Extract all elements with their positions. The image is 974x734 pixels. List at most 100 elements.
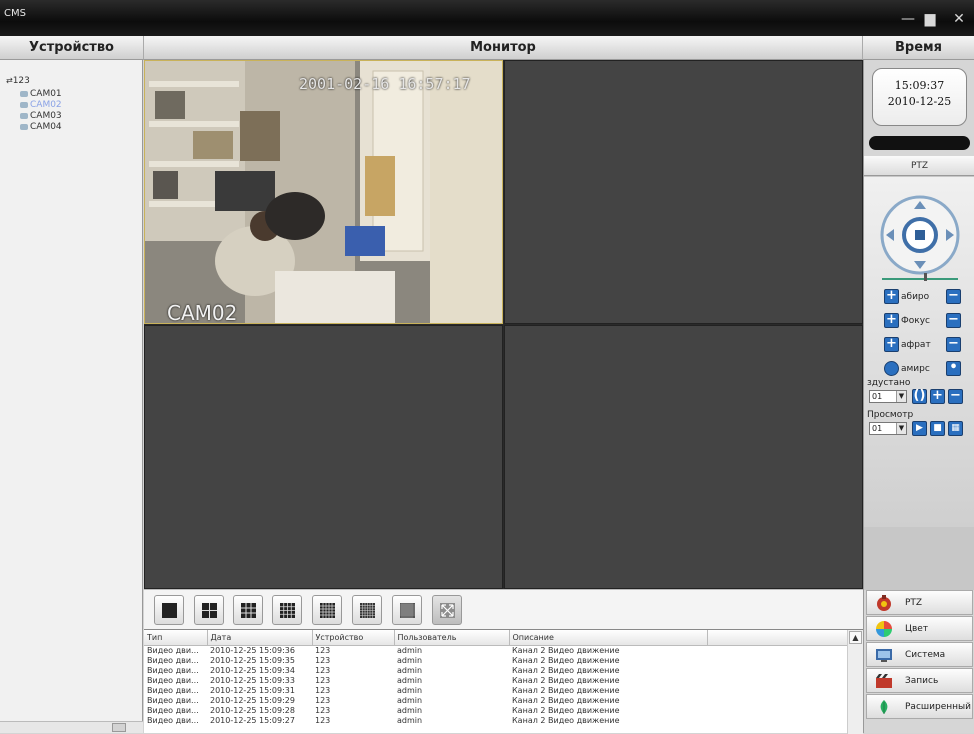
video-pane-2[interactable] <box>504 60 863 324</box>
preset-add-button[interactable]: + <box>930 389 945 404</box>
table-header-row: Тип Дата Устройство Пользователь Описани… <box>144 630 848 646</box>
menu-advanced-button[interactable]: Расширенный <box>866 694 973 719</box>
ptz-direction-pad[interactable] <box>880 195 960 275</box>
color-icon <box>876 621 892 637</box>
tree-horizontal-scrollbar[interactable] <box>0 721 143 733</box>
cell-empty <box>707 656 847 666</box>
zoom-in-button[interactable]: + <box>884 289 899 304</box>
split-36-button[interactable] <box>352 595 382 625</box>
tour-grid-button[interactable]: ▦ <box>948 421 963 436</box>
table-row[interactable]: Видео дви... 2010-12-25 15:09:31 123 admin К… <box>144 686 847 696</box>
preset-select[interactable]: 01 ▼ <box>869 390 907 403</box>
split-25-button[interactable] <box>312 595 342 625</box>
menu-record-button[interactable]: Запись <box>866 668 973 693</box>
tree-item-cam01[interactable]: CAM01 <box>20 89 62 100</box>
clock-date: 2010-12-25 <box>887 95 952 108</box>
close-button[interactable]: ✕ <box>950 10 968 28</box>
log-vertical-scrollbar[interactable]: ▲ <box>847 630 863 734</box>
tree-item-cam02[interactable]: CAM02 <box>20 100 62 111</box>
table-row[interactable]: Видео дви... 2010-12-25 15:09:35 123 admin К… <box>144 656 847 666</box>
chevron-down-icon: ▼ <box>896 391 906 402</box>
cell-type: Видео дви... <box>147 685 199 695</box>
cell-date: 2010-12-25 15:09:31 <box>210 685 295 695</box>
fullscreen-button[interactable] <box>432 595 462 625</box>
split-16-button[interactable] <box>272 595 302 625</box>
ptz-speed-slider[interactable] <box>882 278 958 280</box>
tour-select[interactable]: 01 ▼ <box>869 422 907 435</box>
column-header-device[interactable]: Устройство <box>312 630 395 646</box>
iris-close-button[interactable]: − <box>946 337 961 352</box>
preset-delete-button[interactable]: − <box>948 389 963 404</box>
record-icon <box>876 674 892 688</box>
preset-goto-button[interactable]: () <box>912 389 927 404</box>
cell-description: Канал 2 Видео движение <box>512 705 620 715</box>
cell-type: Видео дви... <box>147 675 199 685</box>
cell-user: admin <box>397 705 423 715</box>
split-4-button[interactable] <box>194 595 224 625</box>
tour-stop-button[interactable]: ■ <box>930 421 945 436</box>
restore-button[interactable]: ▆ <box>922 10 938 28</box>
36-screen-icon <box>360 603 375 618</box>
dvr-icon: ⇄ <box>6 76 13 85</box>
minimize-button[interactable]: — <box>900 10 916 28</box>
cell-type: Видео дви... <box>147 705 199 715</box>
table-row[interactable]: Видео дви... 2010-12-25 15:09:28 123 admin К… <box>144 706 847 716</box>
column-header-date[interactable]: Дата <box>207 630 313 646</box>
split-1-button[interactable] <box>154 595 184 625</box>
cell-user: admin <box>397 695 423 705</box>
cell-date: 2010-12-25 15:09:29 <box>210 695 295 705</box>
tree-item-cam03[interactable]: CAM03 <box>20 111 62 122</box>
video-pane-4[interactable] <box>504 325 863 589</box>
time-header: Время <box>863 36 974 60</box>
column-header-user[interactable]: Пользователь <box>394 630 510 646</box>
zoom-out-button[interactable]: − <box>946 289 961 304</box>
osd-camera-name: CAM02 <box>167 301 238 323</box>
split-9-button[interactable] <box>233 595 263 625</box>
zoom-label: абиро <box>901 292 930 302</box>
menu-color-button[interactable]: Цвет <box>866 616 973 641</box>
column-header-empty <box>707 630 848 646</box>
tour-play-button[interactable]: ▶ <box>912 421 927 436</box>
cell-description: Канал 2 Видео движение <box>512 715 620 725</box>
column-header-description[interactable]: Описание <box>509 630 708 646</box>
table-row[interactable]: Видео дви... 2010-12-25 15:09:27 123 admin К… <box>144 716 847 726</box>
ptz-speed-handle[interactable] <box>924 273 927 281</box>
tour-value: 01 <box>872 424 883 433</box>
ptz-icon <box>877 595 891 611</box>
tree-item-cam04[interactable]: CAM04 <box>20 122 62 133</box>
focus-plus-button[interactable]: + <box>884 313 899 328</box>
scroll-up-icon[interactable]: ▲ <box>849 631 862 644</box>
wiper-off-button[interactable]: • <box>946 361 961 376</box>
cell-type: Видео дви... <box>147 665 199 675</box>
cell-user: admin <box>397 665 423 675</box>
focus-minus-button[interactable]: − <box>946 313 961 328</box>
split-64-button[interactable] <box>392 595 422 625</box>
table-row[interactable]: Видео дви... 2010-12-25 15:09:34 123 admin К… <box>144 666 847 676</box>
scroll-thumb[interactable] <box>112 723 126 732</box>
64-screen-icon <box>400 603 415 618</box>
video-pane-3[interactable] <box>144 325 503 589</box>
table-row[interactable]: Видео дви... 2010-12-25 15:09:36 123 admin К… <box>144 645 847 656</box>
16-screen-icon <box>280 603 295 618</box>
focus-row: + Фокус − <box>864 313 974 331</box>
device-tree-panel: ⇄123 CAM01 CAM02 CAM03 CAM04 <box>0 60 143 733</box>
video-pane-1[interactable]: 2001-02-16 16:57:17 CAM02 <box>144 60 503 324</box>
cell-empty <box>707 716 847 726</box>
cell-empty <box>707 696 847 706</box>
device-header: Устройство <box>0 36 144 60</box>
advanced-icon <box>880 700 888 714</box>
camera-icon <box>20 112 28 119</box>
table-row[interactable]: Видео дви... 2010-12-25 15:09:29 123 admin К… <box>144 696 847 706</box>
9-screen-icon <box>241 603 256 618</box>
cell-user: admin <box>397 685 423 695</box>
cell-date: 2010-12-25 15:09:33 <box>210 675 295 685</box>
menu-ptz-button[interactable]: PTZ <box>866 590 973 615</box>
menu-system-button[interactable]: Система <box>866 642 973 667</box>
tree-root[interactable]: ⇄123 <box>6 76 30 86</box>
table-row[interactable]: Видео дви... 2010-12-25 15:09:33 123 admin К… <box>144 676 847 686</box>
event-log-table: Тип Дата Устройство Пользователь Описани… <box>144 630 848 726</box>
column-header-type[interactable]: Тип <box>144 630 208 646</box>
wiper-on-button[interactable] <box>884 361 899 376</box>
osd-timestamp: 2001-02-16 16:57:17 <box>299 75 471 93</box>
iris-open-button[interactable]: + <box>884 337 899 352</box>
